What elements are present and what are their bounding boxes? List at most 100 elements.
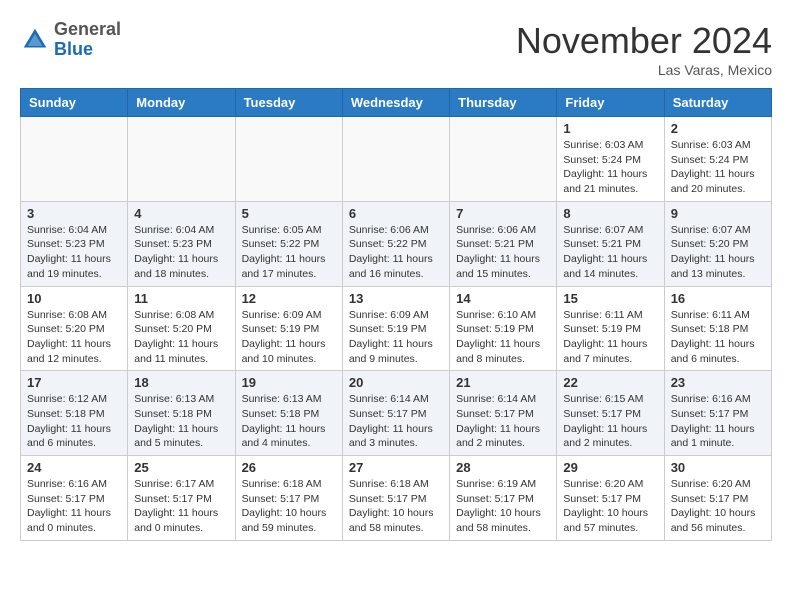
day-info: Sunrise: 6:14 AMSunset: 5:17 PMDaylight:… <box>349 392 443 451</box>
day-info: Sunrise: 6:11 AMSunset: 5:18 PMDaylight:… <box>671 308 765 367</box>
calendar-day-cell: 17 Sunrise: 6:12 AMSunset: 5:18 PMDayligh… <box>21 371 128 456</box>
calendar-day-cell: 16 Sunrise: 6:11 AMSunset: 5:18 PMDayligh… <box>664 286 771 371</box>
calendar-day-cell <box>21 117 128 202</box>
day-info: Sunrise: 6:04 AMSunset: 5:23 PMDaylight:… <box>27 223 121 282</box>
calendar-day-cell <box>342 117 449 202</box>
day-number: 3 <box>27 206 121 221</box>
day-info: Sunrise: 6:17 AMSunset: 5:17 PMDaylight:… <box>134 477 228 536</box>
day-number: 26 <box>242 460 336 475</box>
calendar-day-cell: 1 Sunrise: 6:03 AMSunset: 5:24 PMDaylight… <box>557 117 664 202</box>
day-number: 24 <box>27 460 121 475</box>
weekday-header: Tuesday <box>235 89 342 117</box>
day-number: 19 <box>242 375 336 390</box>
calendar-header-row: SundayMondayTuesdayWednesdayThursdayFrid… <box>21 89 772 117</box>
calendar-day-cell: 28Sunrise: 6:19 AMSunset: 5:17 PMDayligh… <box>450 456 557 541</box>
calendar-day-cell: 8 Sunrise: 6:07 AMSunset: 5:21 PMDaylight… <box>557 201 664 286</box>
logo: General Blue <box>20 20 121 60</box>
day-number: 27 <box>349 460 443 475</box>
day-number: 15 <box>563 291 657 306</box>
calendar-day-cell <box>128 117 235 202</box>
day-number: 4 <box>134 206 228 221</box>
weekday-header: Thursday <box>450 89 557 117</box>
day-number: 20 <box>349 375 443 390</box>
day-info: Sunrise: 6:20 AMSunset: 5:17 PMDaylight:… <box>563 477 657 536</box>
day-number: 1 <box>563 121 657 136</box>
day-info: Sunrise: 6:12 AMSunset: 5:18 PMDaylight:… <box>27 392 121 451</box>
day-number: 18 <box>134 375 228 390</box>
day-number: 29 <box>563 460 657 475</box>
logo-icon <box>20 25 50 55</box>
day-info: Sunrise: 6:04 AMSunset: 5:23 PMDaylight:… <box>134 223 228 282</box>
calendar-day-cell: 5Sunrise: 6:05 AMSunset: 5:22 PMDaylight… <box>235 201 342 286</box>
day-info: Sunrise: 6:18 AMSunset: 5:17 PMDaylight:… <box>349 477 443 536</box>
calendar-day-cell: 25 Sunrise: 6:17 AMSunset: 5:17 PMDayligh… <box>128 456 235 541</box>
logo-text: General Blue <box>54 20 121 60</box>
page-header: General Blue November 2024 Las Varas, Me… <box>20 20 772 78</box>
day-info: Sunrise: 6:09 AMSunset: 5:19 PMDaylight:… <box>349 308 443 367</box>
calendar-day-cell: 3 Sunrise: 6:04 AMSunset: 5:23 PMDaylight… <box>21 201 128 286</box>
day-info: Sunrise: 6:05 AMSunset: 5:22 PMDaylight:… <box>242 223 336 282</box>
day-number: 23 <box>671 375 765 390</box>
day-info: Sunrise: 6:03 AMSunset: 5:24 PMDaylight:… <box>671 138 765 197</box>
day-number: 8 <box>563 206 657 221</box>
day-info: Sunrise: 6:03 AMSunset: 5:24 PMDaylight:… <box>563 138 657 197</box>
day-number: 7 <box>456 206 550 221</box>
day-number: 2 <box>671 121 765 136</box>
calendar-day-cell: 24 Sunrise: 6:16 AMSunset: 5:17 PMDayligh… <box>21 456 128 541</box>
day-info: Sunrise: 6:11 AMSunset: 5:19 PMDaylight:… <box>563 308 657 367</box>
calendar-day-cell: 30Sunrise: 6:20 AMSunset: 5:17 PMDayligh… <box>664 456 771 541</box>
day-number: 28 <box>456 460 550 475</box>
day-number: 12 <box>242 291 336 306</box>
calendar-day-cell: 9Sunrise: 6:07 AMSunset: 5:20 PMDaylight… <box>664 201 771 286</box>
day-number: 16 <box>671 291 765 306</box>
weekday-header: Saturday <box>664 89 771 117</box>
day-number: 14 <box>456 291 550 306</box>
day-info: Sunrise: 6:10 AMSunset: 5:19 PMDaylight:… <box>456 308 550 367</box>
day-number: 17 <box>27 375 121 390</box>
title-block: November 2024 Las Varas, Mexico <box>516 20 772 78</box>
day-info: Sunrise: 6:06 AMSunset: 5:22 PMDaylight:… <box>349 223 443 282</box>
calendar-day-cell: 26 Sunrise: 6:18 AMSunset: 5:17 PMDayligh… <box>235 456 342 541</box>
weekday-header: Sunday <box>21 89 128 117</box>
calendar-day-cell: 22 Sunrise: 6:15 AMSunset: 5:17 PMDayligh… <box>557 371 664 456</box>
day-info: Sunrise: 6:08 AMSunset: 5:20 PMDaylight:… <box>134 308 228 367</box>
day-info: Sunrise: 6:18 AMSunset: 5:17 PMDaylight:… <box>242 477 336 536</box>
calendar-day-cell: 29 Sunrise: 6:20 AMSunset: 5:17 PMDayligh… <box>557 456 664 541</box>
day-info: Sunrise: 6:16 AMSunset: 5:17 PMDaylight:… <box>27 477 121 536</box>
calendar-day-cell: 10 Sunrise: 6:08 AMSunset: 5:20 PMDayligh… <box>21 286 128 371</box>
weekday-header: Monday <box>128 89 235 117</box>
calendar-day-cell: 18 Sunrise: 6:13 AMSunset: 5:18 PMDayligh… <box>128 371 235 456</box>
day-info: Sunrise: 6:07 AMSunset: 5:21 PMDaylight:… <box>563 223 657 282</box>
day-number: 10 <box>27 291 121 306</box>
calendar-table: SundayMondayTuesdayWednesdayThursdayFrid… <box>20 88 772 541</box>
calendar-day-cell: 23 Sunrise: 6:16 AMSunset: 5:17 PMDayligh… <box>664 371 771 456</box>
day-info: Sunrise: 6:15 AMSunset: 5:17 PMDaylight:… <box>563 392 657 451</box>
calendar-week-row: 3 Sunrise: 6:04 AMSunset: 5:23 PMDaylight… <box>21 201 772 286</box>
calendar-week-row: 1 Sunrise: 6:03 AMSunset: 5:24 PMDaylight… <box>21 117 772 202</box>
day-info: Sunrise: 6:13 AMSunset: 5:18 PMDaylight:… <box>134 392 228 451</box>
weekday-header: Friday <box>557 89 664 117</box>
calendar-day-cell: 27 Sunrise: 6:18 AMSunset: 5:17 PMDayligh… <box>342 456 449 541</box>
location-subtitle: Las Varas, Mexico <box>516 62 772 78</box>
calendar-day-cell: 14 Sunrise: 6:10 AMSunset: 5:19 PMDayligh… <box>450 286 557 371</box>
day-info: Sunrise: 6:07 AMSunset: 5:20 PMDaylight:… <box>671 223 765 282</box>
day-info: Sunrise: 6:13 AMSunset: 5:18 PMDaylight:… <box>242 392 336 451</box>
day-info: Sunrise: 6:09 AMSunset: 5:19 PMDaylight:… <box>242 308 336 367</box>
calendar-day-cell: 6Sunrise: 6:06 AMSunset: 5:22 PMDaylight… <box>342 201 449 286</box>
day-number: 11 <box>134 291 228 306</box>
calendar-day-cell: 11 Sunrise: 6:08 AMSunset: 5:20 PMDayligh… <box>128 286 235 371</box>
day-info: Sunrise: 6:08 AMSunset: 5:20 PMDaylight:… <box>27 308 121 367</box>
day-number: 13 <box>349 291 443 306</box>
day-number: 21 <box>456 375 550 390</box>
calendar-day-cell <box>450 117 557 202</box>
calendar-week-row: 10 Sunrise: 6:08 AMSunset: 5:20 PMDayligh… <box>21 286 772 371</box>
calendar-day-cell: 19 Sunrise: 6:13 AMSunset: 5:18 PMDayligh… <box>235 371 342 456</box>
calendar-day-cell: 21Sunrise: 6:14 AMSunset: 5:17 PMDayligh… <box>450 371 557 456</box>
day-info: Sunrise: 6:06 AMSunset: 5:21 PMDaylight:… <box>456 223 550 282</box>
day-info: Sunrise: 6:16 AMSunset: 5:17 PMDaylight:… <box>671 392 765 451</box>
calendar-day-cell: 20 Sunrise: 6:14 AMSunset: 5:17 PMDayligh… <box>342 371 449 456</box>
day-number: 30 <box>671 460 765 475</box>
day-number: 25 <box>134 460 228 475</box>
day-number: 22 <box>563 375 657 390</box>
month-title: November 2024 <box>516 20 772 62</box>
